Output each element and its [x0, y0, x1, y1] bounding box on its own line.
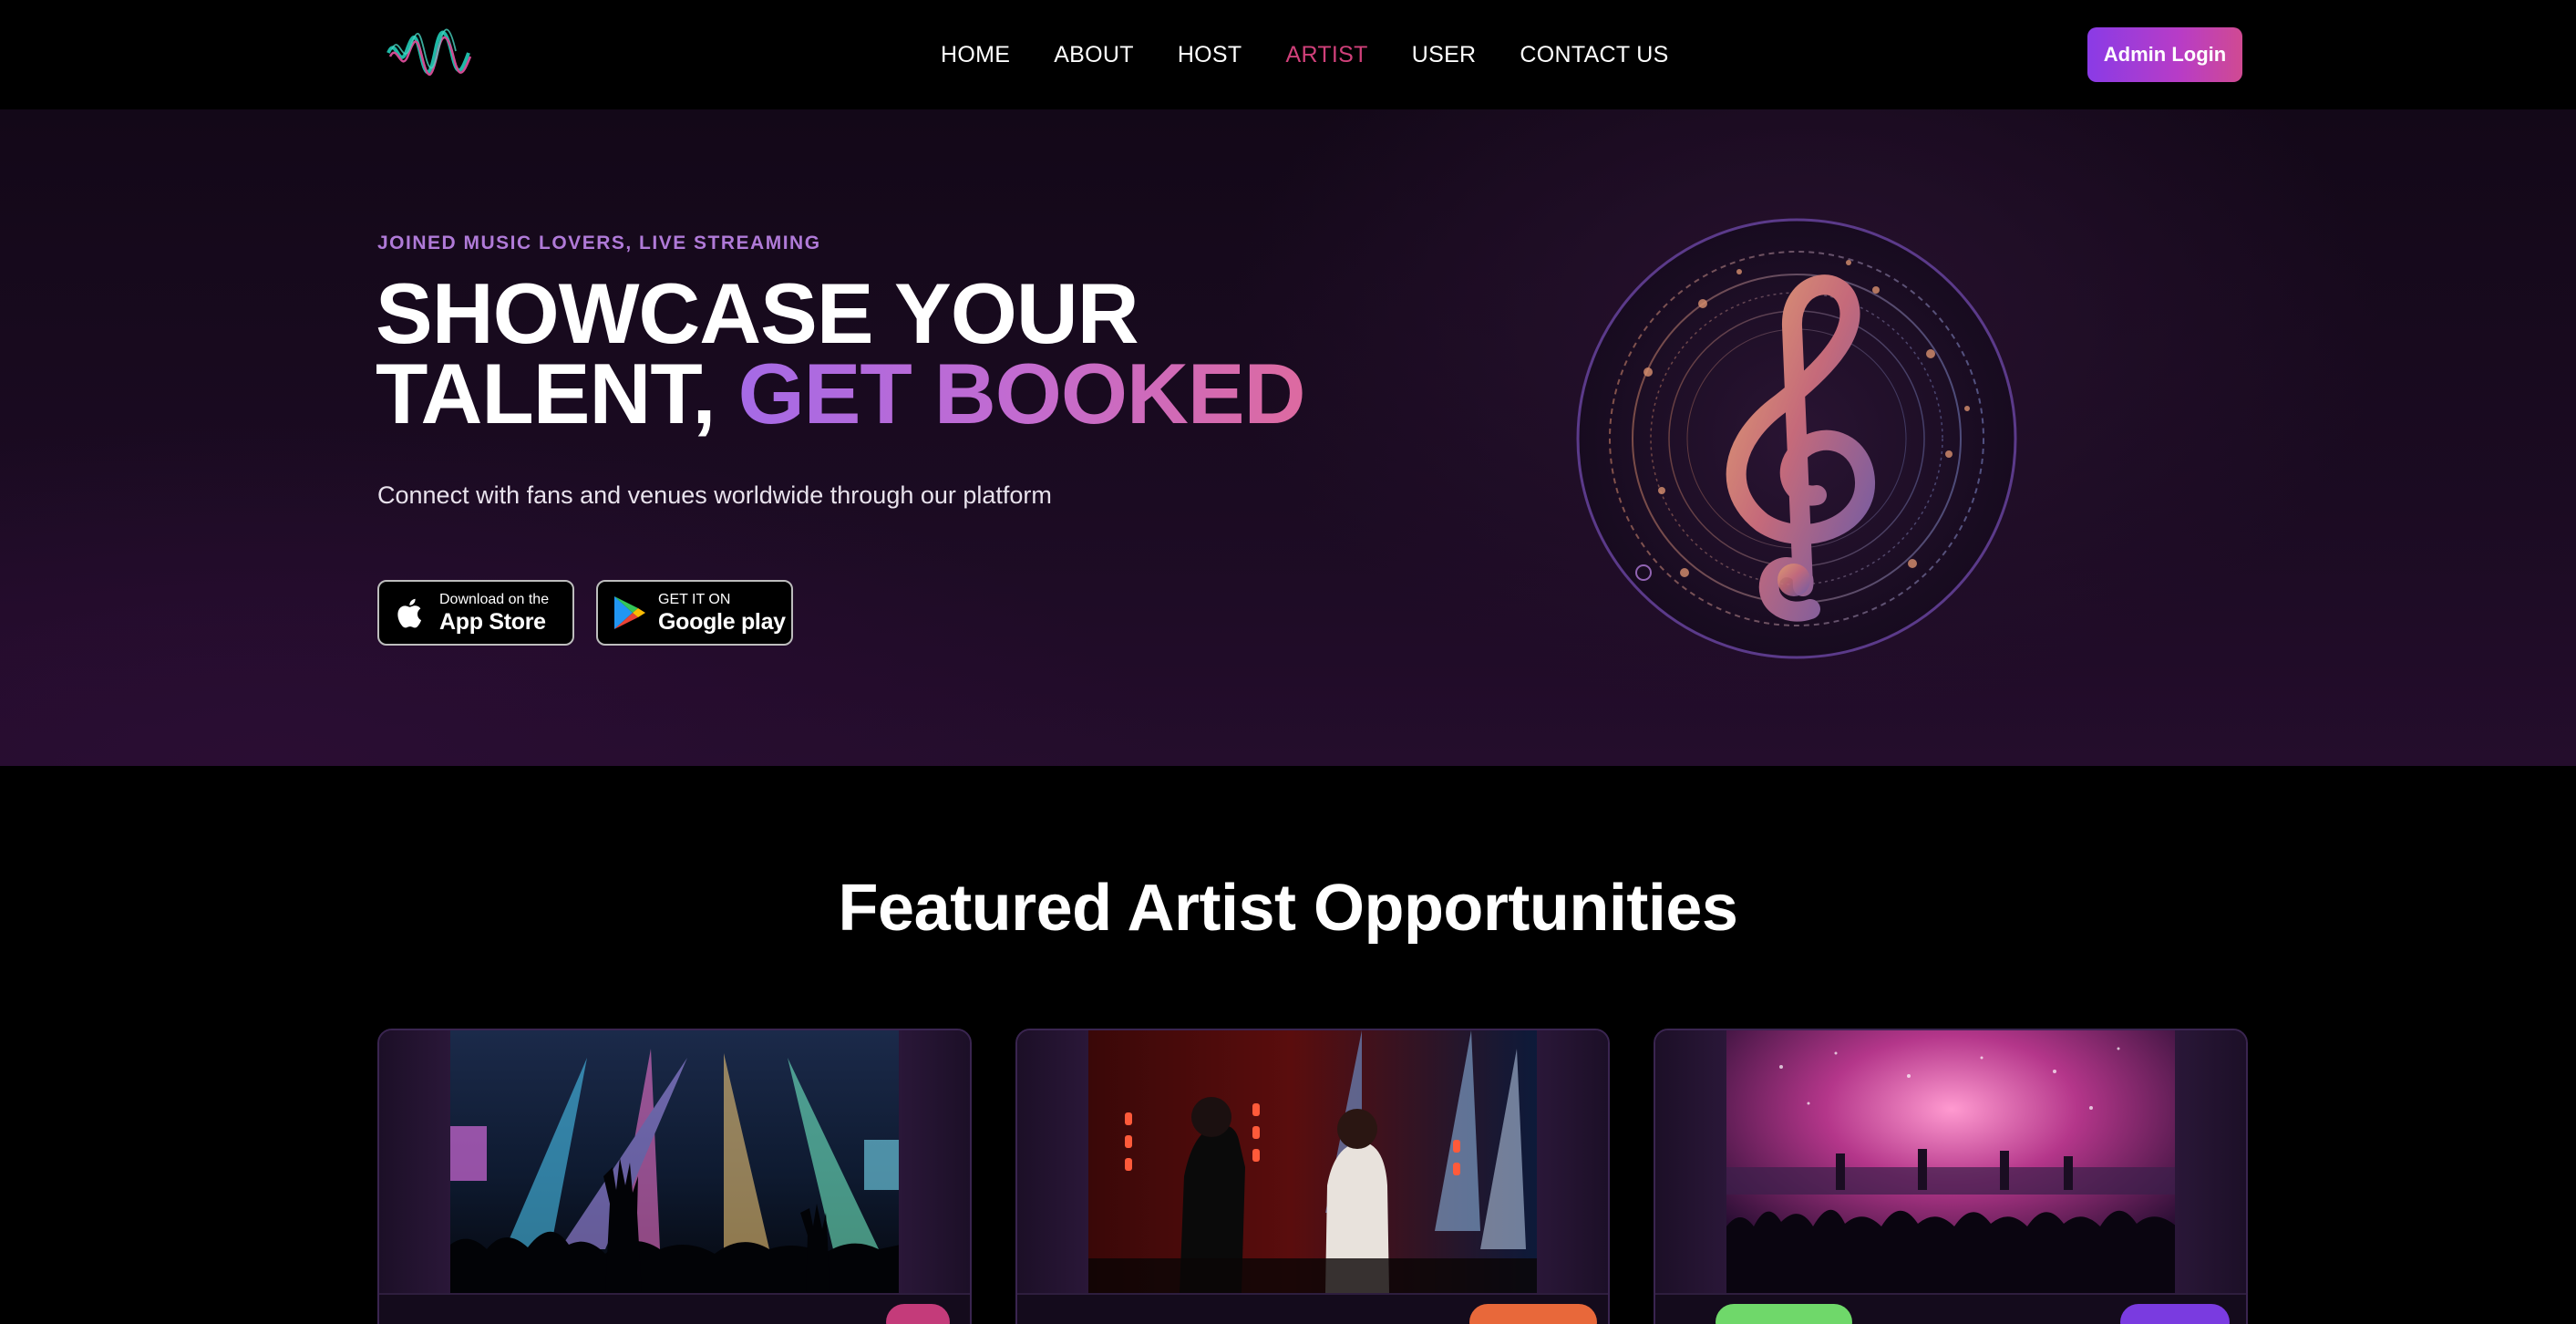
featured-title: Featured Artist Opportunities [838, 872, 1738, 945]
google-play-button[interactable]: GET IT ON Google play [596, 580, 793, 646]
band-pink-stage-image [1726, 1030, 2177, 1293]
card-side-panel [1537, 1030, 1608, 1293]
hero-eyebrow: JOINED MUSIC LOVERS, LIVE STREAMING [377, 233, 821, 253]
card-badge [1469, 1304, 1597, 1324]
site-header: HOME ABOUT HOST ARTIST USER CONTACT US A… [0, 0, 2576, 109]
app-store-big-text: App Store [439, 608, 546, 635]
card-badge [886, 1304, 950, 1324]
apple-icon [397, 598, 422, 628]
opportunity-card[interactable] [1654, 1029, 2248, 1324]
nav-user[interactable]: USER [1412, 42, 1477, 68]
card-side-panel [899, 1030, 970, 1293]
opportunity-card[interactable] [1015, 1029, 1610, 1324]
headline-line-2: TALENT, [376, 346, 716, 441]
nav-host[interactable]: HOST [1178, 42, 1242, 68]
nav-artist[interactable]: ARTIST [1285, 42, 1367, 68]
card-side-panel [1017, 1030, 1088, 1293]
hero-headline: SHOWCASE YOUR TALENT, GET BOOKED [376, 271, 1306, 437]
nav-contact-us[interactable]: CONTACT US [1520, 42, 1668, 68]
opportunity-card[interactable] [377, 1029, 972, 1324]
card-side-panel [2175, 1030, 2246, 1293]
nav-home[interactable]: HOME [941, 42, 1010, 68]
treble-clef-illustration [1576, 218, 2017, 659]
card-badge [1716, 1304, 1852, 1324]
card-footer [379, 1293, 970, 1324]
card-side-panel [379, 1030, 450, 1293]
card-badge [2120, 1304, 2230, 1324]
card-side-panel [1655, 1030, 1726, 1293]
admin-login-button[interactable]: Admin Login [2087, 27, 2242, 82]
main-nav: HOME ABOUT HOST ARTIST USER CONTACT US [941, 0, 1669, 109]
app-store-small-text: Download on the [439, 591, 550, 607]
headline-accent: GET BOOKED [737, 346, 1306, 441]
google-play-small-text: GET IT ON [658, 591, 731, 607]
nav-about[interactable]: ABOUT [1054, 42, 1134, 68]
hero-subtitle: Connect with fans and venues worldwide t… [377, 481, 1052, 509]
google-play-icon [614, 596, 645, 629]
duo-performers-stage-image [1088, 1030, 1539, 1293]
brand-logo[interactable] [383, 26, 474, 84]
hero-section: JOINED MUSIC LOVERS, LIVE STREAMING SHOW… [0, 109, 2576, 766]
app-store-button[interactable]: Download on the App Store [377, 580, 574, 646]
concert-crowd-lights-image [450, 1030, 901, 1293]
google-play-big-text: Google play [658, 608, 786, 635]
